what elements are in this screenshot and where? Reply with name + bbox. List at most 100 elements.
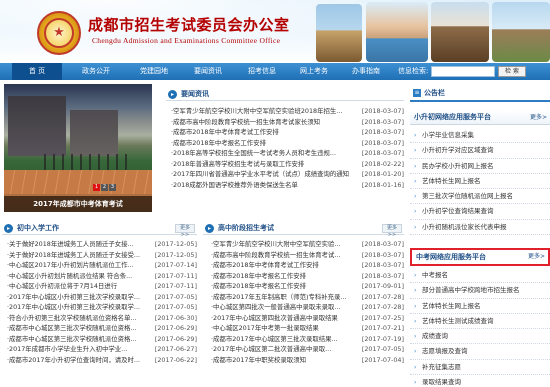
service-link[interactable]: › 第三批次学位随机派位网上报名 <box>410 189 550 205</box>
news-item[interactable]: ·空军青少年航空学校川大附中空军航空实验... [2018-03-07] <box>204 239 404 250</box>
news-item[interactable]: ·成都市2017年中职奖校录取须知 [2017-07-04] <box>204 355 404 366</box>
emblem-logo[interactable]: ★ <box>37 11 81 55</box>
service-link-label[interactable]: 艺体特长生网上报名 <box>422 177 481 185</box>
service-link[interactable]: › 小升初升学对应区域查询 <box>410 143 550 159</box>
news-item[interactable]: ·成都市2017年中心城区第三批次录取结果... [2017-07-19] <box>204 334 404 345</box>
zhongkao-service-more-link[interactable]: 更多> <box>528 250 545 264</box>
slider-caption[interactable]: 2017年成都市中考体育考试 <box>4 196 152 212</box>
nav-item-news[interactable]: 要闻资讯 <box>182 63 234 80</box>
news-item[interactable]: ·成都市2018年中考体育考试工作安排 [2018-03-07] <box>204 260 404 271</box>
news-item-title[interactable]: ·成都市2018年中考体育考试工作安排 <box>171 127 356 138</box>
news-item-title[interactable]: ·成都市2018年中考报名工作安排 <box>171 138 356 149</box>
service-link-label[interactable]: 艺体特长生网上报名 <box>422 302 481 310</box>
search-input[interactable] <box>431 66 495 77</box>
service-link-label[interactable]: 民办学校小升初网上报名 <box>422 162 494 170</box>
service-link[interactable]: › 成绩查询 <box>410 329 550 345</box>
news-item[interactable]: ·成都市2017年五年制高职（师范)专科补充录... [2017-07-28] <box>204 292 404 303</box>
service-link-label[interactable]: 小升初随机派位家长代表申报 <box>422 223 507 231</box>
news-item[interactable]: ·关于做好2018年进城务工人员随迁子女接受... [2017-12-05] <box>0 250 197 261</box>
news-item-title[interactable]: ·2018年普通高等学校招生考试与录取工作安排 <box>171 159 356 170</box>
news-item-title[interactable]: ·2017年成都市小学毕业生升入初中学业... <box>7 344 149 355</box>
news-item[interactable]: ·2017年成都市小学毕业生升入初中学业... [2017-06-27] <box>0 344 197 355</box>
news-item-title[interactable]: ·成都市中心城区第三批次学校随机派位资格... <box>7 334 149 345</box>
zhongkao-service-panel-header[interactable]: 中考网络应用服务平台 更多> <box>410 248 550 266</box>
news-item[interactable]: ·中心城区小升初派位将于7月14日进行 [2017-07-11] <box>0 281 197 292</box>
news-item-title[interactable]: ·中心城区小升初划片随机派位结果 符合条... <box>7 271 149 282</box>
slider-dot[interactable]: 3 <box>109 184 116 191</box>
news-item-title[interactable]: ·2018成都外国语学校推荐外语类保送生名单 <box>171 180 356 191</box>
service-link-label[interactable]: 小学毕业信息采集 <box>422 131 474 139</box>
news-item-title[interactable]: ·2017年中心城区第四批次普通高中录取结果 <box>211 313 356 324</box>
nav-item-guide[interactable]: 办事指南 <box>340 63 392 80</box>
news-item-title[interactable]: ·关于做好2018年进城务工人员随迁子女接... <box>7 239 149 250</box>
news-item-title[interactable]: ·2017年中心城区第二批次普通高中录取... <box>211 344 356 355</box>
service-link[interactable]: › 小升初随机派位家长代表申报 <box>410 220 550 236</box>
news-item[interactable]: ·关于做好2018年进城务工人员随迁子女接... [2017-12-05] <box>0 239 197 250</box>
news-item-title[interactable]: ·中心城区2017年小升初划片随机派位工作... <box>7 260 149 271</box>
news-item[interactable]: ·成都市2017年小升初学位查询时间，请及时... [2017-06-22] <box>0 355 197 366</box>
service-link[interactable]: › 补充征集志愿 <box>410 360 550 376</box>
service-link-label[interactable]: 艺体特长生测试成绩查询 <box>422 317 494 325</box>
news-item-title[interactable]: ·成都市2017年五年制高职（师范)专科补充录... <box>211 292 356 303</box>
news-item[interactable]: ·成都市2018年中考报名工作安排 [2017-09-01] <box>204 281 404 292</box>
nav-item-home[interactable]: 首 页 <box>12 63 62 80</box>
news-item-title[interactable]: ·空军青少年航空学校川大附中空军航空实验... <box>211 239 356 250</box>
news-item-title[interactable]: ·2017年中心城区小升初第三批次学校录取学... <box>7 302 149 313</box>
service-link[interactable]: › 录取结果查询 <box>410 375 550 387</box>
nav-item-party[interactable]: 党建园地 <box>128 63 180 80</box>
news-item-title[interactable]: ·关于做好2018年进城务工人员随迁子女接受... <box>7 250 149 261</box>
news-item-title[interactable]: ·成都市2018年中考体育考试工作安排 <box>211 260 356 271</box>
news-item-title[interactable]: ·中心城区2017年中考第一批录取结果 <box>211 323 356 334</box>
news-item-title[interactable]: ·成都市2018年中考报名工作安排 <box>211 281 356 292</box>
site-title[interactable]: 成都市招生考试委员会办公室 <box>88 14 290 35</box>
news-item[interactable]: ·中心城区2017年中考第一批录取结果 [2017-07-21] <box>204 323 404 334</box>
service-link[interactable]: › 艺体特长生网上报名 <box>410 299 550 314</box>
news-item-title[interactable]: ·中心城区小升初派位将于7月14日进行 <box>7 281 149 292</box>
news-item[interactable]: ·2017年中心城区第二批次普通高中录取... [2017-07-05] <box>204 344 404 355</box>
news-item-title[interactable]: ·成都市中心城区第三批次学校随机派位资格... <box>7 323 149 334</box>
news-item[interactable]: ·成都市高中阶段教育学校统一招生体育考试家长须知 [2018-03-07] <box>164 117 404 128</box>
news-item[interactable]: ·2017年中心城区第四批次普通高中录取结果 [2017-07-25] <box>204 313 404 324</box>
news-item[interactable]: ·中心城区第四批次一般普通高中录取未录取... [2017-07-28] <box>204 302 404 313</box>
news-item-title[interactable]: ·成都市2017年中心城区第三批次录取结果... <box>211 334 356 345</box>
news-item[interactable]: ·空军青少年航空学校川大附中空军航空实验班2018年招生... [2018-03-… <box>164 106 404 117</box>
news-item-title[interactable]: ·2018年高等学校招生全国统一考试考务人员和考生违规... <box>171 148 356 159</box>
news-item[interactable]: ·2018成都外国语学校推荐外语类保送生名单 [2018-01-16] <box>164 180 404 191</box>
service-link[interactable]: › 民办学校小升初网上报名 <box>410 159 550 174</box>
news-item-title[interactable]: ·2017年中心城区小升初第三批次学校录取学... <box>7 292 149 303</box>
news-item-title[interactable]: ·成都市2017年小升初学位查询时间，请及时... <box>7 355 149 366</box>
slider-dot[interactable]: 2 <box>101 184 108 191</box>
service-link-label[interactable]: 补充征集志愿 <box>422 363 461 371</box>
service-link[interactable]: › 艺体特长生网上报名 <box>410 174 550 190</box>
service-link-label[interactable]: 小升初学位查询结果查询 <box>422 207 494 215</box>
service-link[interactable]: › 志愿填报及查询 <box>410 344 550 360</box>
photo-slider[interactable]: 123 2017年成都市中考体育考试 <box>4 84 152 212</box>
service-link-label[interactable]: 中考报名 <box>422 271 448 279</box>
news-item[interactable]: ·成都市高中阶段教育学校统一招生体育考试... [2018-03-07] <box>204 250 404 261</box>
news-item[interactable]: ·2017年中心城区小升初第三批次学校录取学... [2017-07-05] <box>0 292 197 303</box>
primary-service-more-link[interactable]: 更多> <box>530 110 547 125</box>
news-item-title[interactable]: ·成都市2017年中职奖校录取须知 <box>211 355 356 366</box>
nav-item-online-exam[interactable]: 网上考务 <box>288 63 340 80</box>
news-item[interactable]: ·符合小升初第三批次学校随机派位资格名单... [2017-06-30] <box>0 313 197 324</box>
service-link-label[interactable]: 小升初升学对应区域查询 <box>422 146 494 154</box>
service-link[interactable]: › 小升初学位查询结果查询 <box>410 204 550 220</box>
news-item[interactable]: ·成都市2018年中考报名工作安排 [2018-03-07] <box>164 138 404 149</box>
news-item-title[interactable]: ·2017年四川省普通高中学业水平考试（试点）成绩查询的通知 <box>171 169 356 180</box>
primary-more-button[interactable]: 更多>> <box>175 224 195 238</box>
news-item[interactable]: ·2018年高等学校招生全国统一考试考务人员和考生违规... [2018-03-0… <box>164 148 404 159</box>
news-item-title[interactable]: ·空军青少年航空学校川大附中空军航空实验班2018年招生... <box>171 106 356 117</box>
service-link-label[interactable]: 录取结果查询 <box>422 378 461 386</box>
news-item[interactable]: ·成都市2018年中考报名工作安排 [2018-03-07] <box>204 271 404 282</box>
news-item[interactable]: ·中心城区小升初划片随机派位结果 符合条... [2017-07-11] <box>0 271 197 282</box>
search-button[interactable]: 检 索 <box>498 66 526 77</box>
service-link-label[interactable]: 部分普通高中学校跨地市招生报名 <box>422 286 520 294</box>
slider-dot[interactable]: 1 <box>93 184 100 191</box>
service-link[interactable]: › 部分普通高中学校跨地市招生报名 <box>410 283 550 299</box>
service-link[interactable]: › 小学毕业信息采集 <box>410 128 550 144</box>
service-link-label[interactable]: 第三批次学位随机派位网上报名 <box>422 192 513 200</box>
news-item[interactable]: ·2017年中心城区小升初第三批次学校录取学... [2017-07-05] <box>0 302 197 313</box>
nav-item-gov-affairs[interactable]: 政务公开 <box>70 63 122 80</box>
news-item[interactable]: ·2017年四川省普通高中学业水平考试（试点）成绩查询的通知 [2018-01-2… <box>164 169 404 180</box>
news-item-title[interactable]: ·成都市2018年中考报名工作安排 <box>211 271 356 282</box>
